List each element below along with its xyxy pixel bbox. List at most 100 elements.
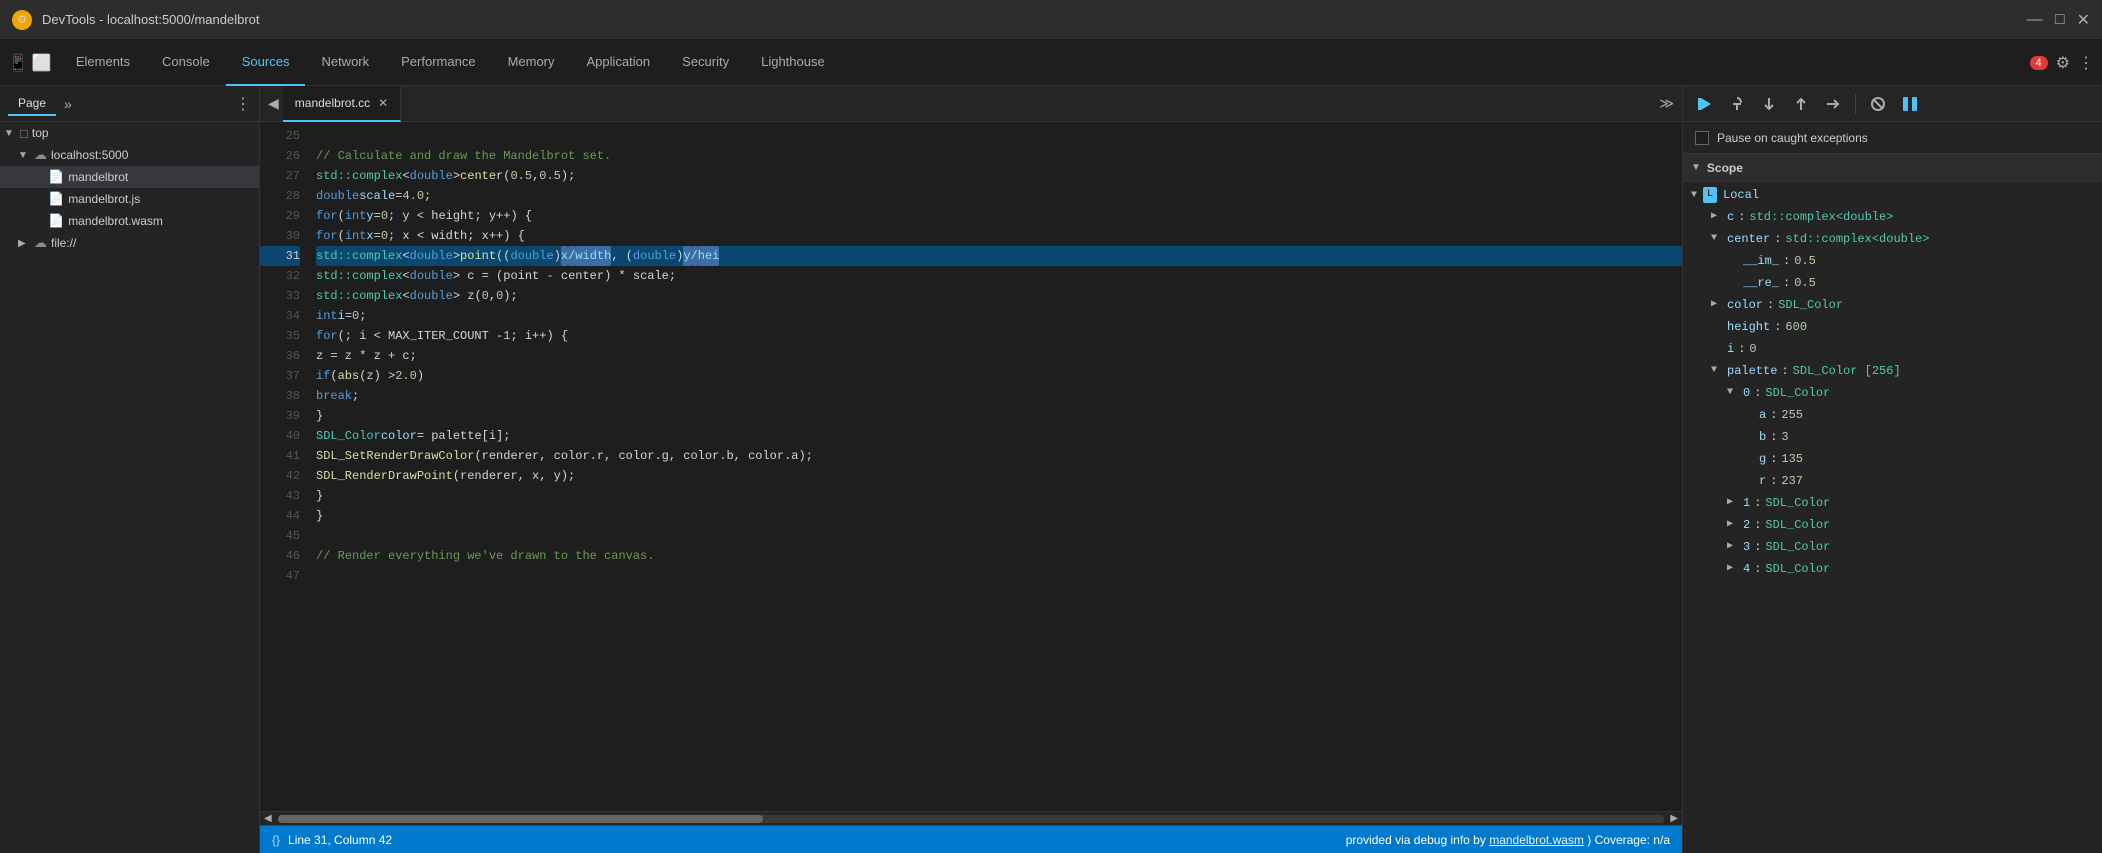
scope-header[interactable]: ▼ Scope: [1683, 154, 2102, 182]
maximize-button[interactable]: □: [2055, 10, 2065, 30]
scope-item-palette-0[interactable]: ▼ 0 : SDL_Color: [1683, 382, 2102, 404]
code-scroll-area[interactable]: 25 26 27 28 29 30 31 32 33 34 35 36 37 3…: [260, 122, 1682, 811]
more-tabs-button[interactable]: ≫: [1655, 91, 1678, 116]
scope-item-palette-4[interactable]: ▶ 4 : SDL_Color: [1683, 558, 2102, 580]
code-editor[interactable]: 25 26 27 28 29 30 31 32 33 34 35 36 37 3…: [260, 122, 1682, 853]
tab-sources[interactable]: Sources: [226, 40, 306, 86]
device-mode-icon[interactable]: 📱: [8, 53, 28, 73]
code-line-34: int i = 0;: [316, 306, 1682, 326]
code-line-31: std::complex<double> point((double)x / w…: [316, 246, 1682, 266]
sidebar-header: Page » ⋮: [0, 86, 259, 122]
cloud-icon: ☁: [34, 147, 47, 163]
expand-arrow[interactable]: ▶: [1711, 295, 1723, 315]
tree-label: mandelbrot.wasm: [68, 214, 163, 228]
h-scroll-thumb[interactable]: [278, 815, 763, 823]
h-scroll-track[interactable]: [278, 815, 1665, 823]
tree-item-mandelbrot-js[interactable]: 📄 mandelbrot.js: [0, 188, 259, 210]
step-button[interactable]: [1819, 90, 1847, 118]
tab-lighthouse[interactable]: Lighthouse: [745, 40, 841, 86]
pause-exceptions-checkbox[interactable]: [1695, 131, 1709, 145]
scope-item-i[interactable]: i : 0: [1683, 338, 2102, 360]
code-line-26: // Calculate and draw the Mandelbrot set…: [316, 146, 1682, 166]
code-line-46: // Render everything we've drawn to the …: [316, 546, 1682, 566]
scope-item-c[interactable]: ▶ c : std::complex<double>: [1683, 206, 2102, 228]
scope-item-b[interactable]: b : 3: [1683, 426, 2102, 448]
code-line-37: if (abs(z) > 2.0): [316, 366, 1682, 386]
tab-elements[interactable]: Elements: [60, 40, 146, 86]
scope-item-palette-1[interactable]: ▶ 1 : SDL_Color: [1683, 492, 2102, 514]
scroll-right-button[interactable]: ▶: [1668, 813, 1680, 824]
code-line-41: SDL_SetRenderDrawColor(renderer, color.r…: [316, 446, 1682, 466]
tab-console[interactable]: Console: [146, 40, 226, 86]
expand-arrow[interactable]: ▶: [1727, 559, 1739, 579]
expand-arrow[interactable]: ▼: [1711, 229, 1723, 249]
wasm-link[interactable]: mandelbrot.wasm: [1489, 833, 1584, 847]
expand-arrow[interactable]: ▶: [1711, 207, 1723, 227]
tree-item-file[interactable]: ▶ ☁ file://: [0, 232, 259, 254]
coverage-text: ): [1587, 833, 1594, 847]
tab-bar-right: 4 ⚙ ⋮: [2030, 53, 2094, 73]
more-menu-button[interactable]: ⋮: [2078, 53, 2094, 73]
scope-panel[interactable]: ▼ Scope ▼ L Local ▶ c : std::complex<dou…: [1683, 154, 2102, 853]
expand-arrow[interactable]: ▼: [1727, 383, 1739, 403]
step-out-button[interactable]: [1787, 90, 1815, 118]
scroll-left-button[interactable]: ◀: [262, 813, 274, 824]
expand-arrow[interactable]: ▶: [1727, 537, 1739, 557]
code-line-29: for (int y = 0; y < height; y++) {: [316, 206, 1682, 226]
tab-network[interactable]: Network: [305, 40, 385, 86]
scope-item-im[interactable]: __im_ : 0.5: [1683, 250, 2102, 272]
tab-application[interactable]: Application: [571, 40, 667, 86]
tab-memory[interactable]: Memory: [492, 40, 571, 86]
scope-item-re[interactable]: __re_ : 0.5: [1683, 272, 2102, 294]
scope-item-palette-2[interactable]: ▶ 2 : SDL_Color: [1683, 514, 2102, 536]
pause-exceptions-label: Pause on caught exceptions: [1717, 131, 1868, 145]
format-icon[interactable]: {}: [272, 833, 280, 847]
code-line-25: [316, 126, 1682, 146]
close-tab-button[interactable]: ✕: [378, 96, 388, 110]
code-line-35: for (; i < MAX_ITER_COUNT - 1; i++) {: [316, 326, 1682, 346]
sidebar-more-icon[interactable]: »: [64, 96, 72, 112]
scope-item-g[interactable]: g : 135: [1683, 448, 2102, 470]
error-badge[interactable]: 4: [2030, 56, 2048, 70]
local-scope-header[interactable]: ▼ L Local: [1683, 184, 2102, 206]
tree-arrow: ▼: [18, 150, 32, 161]
code-line-32: std::complex<double> c = (point - center…: [316, 266, 1682, 286]
step-into-button[interactable]: [1755, 90, 1783, 118]
code-line-28: double scale = 4.0;: [316, 186, 1682, 206]
tree-item-top[interactable]: ▼ □ top: [0, 122, 259, 144]
expand-arrow[interactable]: ▶: [1727, 515, 1739, 535]
tab-security[interactable]: Security: [666, 40, 745, 86]
settings-button[interactable]: ⚙: [2056, 53, 2070, 73]
code-content[interactable]: // Calculate and draw the Mandelbrot set…: [308, 122, 1682, 811]
window-controls[interactable]: — □ ✕: [2027, 10, 2090, 30]
scope-item-height[interactable]: height : 600: [1683, 316, 2102, 338]
scope-item-palette-3[interactable]: ▶ 3 : SDL_Color: [1683, 536, 2102, 558]
tree-item-mandelbrot[interactable]: 📄 mandelbrot: [0, 166, 259, 188]
title-bar: ⚙ DevTools - localhost:5000/mandelbrot —…: [0, 0, 2102, 40]
scope-item-a[interactable]: a : 255: [1683, 404, 2102, 426]
tree-arrow: ▶: [18, 238, 32, 249]
tree-item-localhost[interactable]: ▼ ☁ localhost:5000: [0, 144, 259, 166]
close-button[interactable]: ✕: [2077, 10, 2090, 30]
scope-item-center[interactable]: ▼ center : std::complex<double>: [1683, 228, 2102, 250]
line-numbers: 25 26 27 28 29 30 31 32 33 34 35 36 37 3…: [260, 122, 308, 811]
horizontal-scrollbar[interactable]: ◀ ▶: [260, 811, 1682, 825]
step-over-button[interactable]: [1723, 90, 1751, 118]
scope-item-palette[interactable]: ▼ palette : SDL_Color [256]: [1683, 360, 2102, 382]
inspect-icon[interactable]: ⬜: [32, 53, 52, 73]
expand-arrow[interactable]: ▼: [1711, 361, 1723, 381]
minimize-button[interactable]: —: [2027, 10, 2043, 30]
tree-item-mandelbrot-wasm[interactable]: 📄 mandelbrot.wasm: [0, 210, 259, 232]
pause-on-exceptions-button[interactable]: [1896, 90, 1924, 118]
expand-arrow[interactable]: ▶: [1727, 493, 1739, 513]
editor-tab-mandelbrot[interactable]: mandelbrot.cc ✕: [283, 86, 401, 122]
prev-tab-button[interactable]: ◀: [264, 91, 283, 116]
page-tab[interactable]: Page: [8, 92, 56, 116]
resume-button[interactable]: [1691, 90, 1719, 118]
status-bar: {} Line 31, Column 42 provided via debug…: [260, 825, 1682, 853]
deactivate-breakpoints-button[interactable]: [1864, 90, 1892, 118]
scope-item-r[interactable]: r : 237: [1683, 470, 2102, 492]
sidebar-menu-button[interactable]: ⋮: [235, 94, 251, 114]
scope-item-color[interactable]: ▶ color : SDL_Color: [1683, 294, 2102, 316]
tab-performance[interactable]: Performance: [385, 40, 491, 86]
